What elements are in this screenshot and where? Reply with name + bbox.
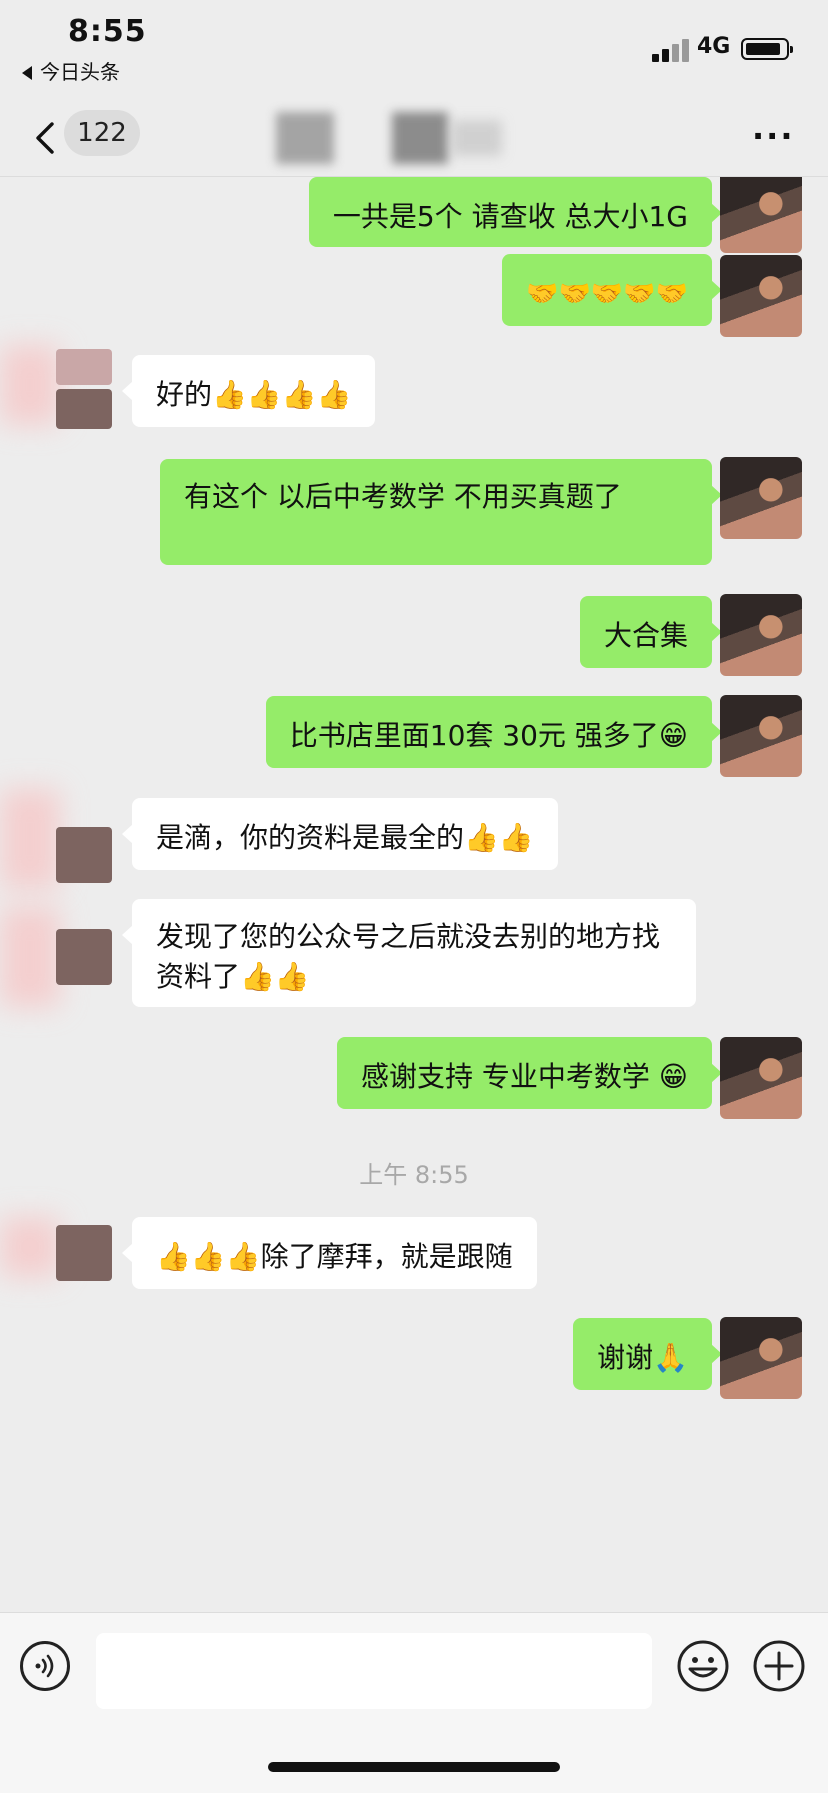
my-avatar[interactable]	[720, 457, 802, 539]
battery-icon	[741, 38, 793, 60]
message-bubble-outgoing[interactable]: 有这个 以后中考数学 不用买真题了	[160, 459, 722, 565]
contact-avatar[interactable]	[56, 827, 112, 883]
my-avatar[interactable]	[720, 695, 802, 777]
avatar-blur-halo	[0, 789, 60, 889]
message-bubble-incoming[interactable]: 发现了您的公众号之后就没去别的地方找资料了👍👍	[122, 899, 696, 1007]
back-to-app-link[interactable]: 今日头条	[22, 56, 120, 85]
contact-avatar[interactable]	[56, 1225, 112, 1281]
message-bubble-outgoing[interactable]: 谢谢🙏	[573, 1318, 722, 1390]
message-bubble-outgoing[interactable]: 感谢支持 专业中考数学 😁	[337, 1037, 722, 1109]
my-avatar[interactable]	[720, 594, 802, 676]
back-app-label: 今日头条	[40, 60, 120, 84]
signal-icon	[652, 38, 690, 62]
avatar-blur-halo	[0, 345, 60, 425]
more-options-button[interactable]: ···	[752, 120, 794, 152]
my-avatar[interactable]	[720, 177, 802, 253]
contact-avatar-lower	[56, 389, 112, 429]
message-bubble-outgoing[interactable]: 一共是5个 请查收 总大小1G	[308, 177, 723, 247]
message-bubble-outgoing[interactable]: 大合集	[579, 596, 723, 668]
plus-icon[interactable]	[752, 1639, 806, 1693]
avatar-blur-halo	[0, 1217, 60, 1277]
message-bubble-outgoing[interactable]: 🤝🤝🤝🤝🤝	[502, 254, 722, 326]
contact-avatar[interactable]	[56, 929, 112, 985]
voice-icon[interactable]	[20, 1641, 70, 1691]
my-avatar[interactable]	[720, 255, 802, 337]
status-bar: 8:55 今日头条 4G	[0, 0, 828, 100]
message-bubble-incoming[interactable]: 是滴，你的资料是最全的👍👍	[122, 798, 558, 870]
my-avatar[interactable]	[720, 1037, 802, 1119]
emoji-icon[interactable]	[676, 1639, 730, 1693]
status-time: 8:55	[68, 14, 147, 49]
message-bubble-outgoing[interactable]: 比书店里面10套 30元 强多了😁	[265, 696, 723, 768]
unread-count-badge[interactable]: 122	[64, 110, 140, 156]
chat-header: 122 ···	[0, 100, 828, 177]
chat-title-blurred	[276, 112, 516, 164]
message-list[interactable]: 一共是5个 请查收 总大小1G 🤝🤝🤝🤝🤝 好的👍👍👍👍 有这个 以后中考数学 …	[0, 177, 828, 1612]
contact-avatar[interactable]	[56, 349, 112, 385]
message-timestamp: 上午 8:55	[359, 1161, 469, 1189]
message-bubble-incoming[interactable]: 👍👍👍除了摩拜，就是跟随	[122, 1217, 537, 1289]
home-indicator[interactable]	[268, 1762, 560, 1772]
message-input[interactable]	[96, 1633, 652, 1709]
back-triangle-icon	[22, 66, 32, 80]
avatar-blur-halo	[0, 907, 60, 1007]
network-type: 4G	[697, 34, 731, 59]
back-chevron-icon[interactable]	[28, 118, 68, 158]
my-avatar[interactable]	[720, 1317, 802, 1399]
message-bubble-incoming[interactable]: 好的👍👍👍👍	[121, 355, 376, 427]
